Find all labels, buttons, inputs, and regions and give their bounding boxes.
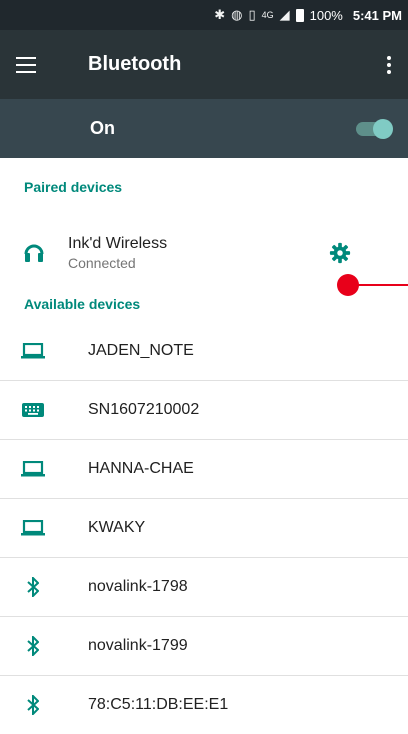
device-name: novalink-1798: [88, 578, 188, 595]
bluetooth-status-icon: ✱: [214, 7, 226, 22]
device-row-novalink-1799[interactable]: novalink-1799: [0, 617, 408, 676]
gear-icon[interactable]: [310, 242, 370, 264]
keyboard-icon: [0, 403, 66, 417]
device-name: HANNA-CHAE: [88, 460, 194, 477]
laptop-icon: [0, 520, 66, 536]
paired-device-name: Ink'd Wireless: [68, 235, 168, 252]
device-name: JADEN_NOTE: [88, 342, 194, 359]
touch-indicator-line: [355, 284, 408, 286]
device-row-novalink-1798[interactable]: novalink-1798: [0, 558, 408, 617]
bluetooth-switch[interactable]: [356, 118, 393, 139]
device-row-kwaky[interactable]: KWAKY: [0, 499, 408, 558]
device-row-78c511dbeee1[interactable]: 78:C5:11:DB:EE:E1: [0, 676, 408, 734]
battery-icon: [295, 8, 304, 22]
laptop-icon: [0, 343, 66, 359]
clock: 5:41 PM: [352, 7, 402, 23]
app-bar: Bluetooth: [0, 30, 408, 99]
signal-icon: ◢: [279, 7, 290, 22]
hamburger-menu-icon[interactable]: [16, 56, 38, 73]
device-name: 78:C5:11:DB:EE:E1: [88, 696, 229, 713]
laptop-icon: [0, 461, 66, 477]
paired-devices-header: Paired devices: [24, 179, 123, 195]
device-row-jaden-note[interactable]: JADEN_NOTE: [0, 322, 408, 381]
bluetooth-icon: [0, 577, 66, 597]
bluetooth-icon: [0, 636, 66, 656]
device-name: KWAKY: [88, 519, 146, 536]
bluetooth-icon: [0, 695, 66, 715]
vibrate-icon: ▯: [248, 7, 256, 22]
more-vert-icon[interactable]: [386, 55, 392, 74]
toggle-label: On: [90, 118, 115, 138]
headset-icon: [0, 242, 68, 264]
battery-percent: 100%: [309, 7, 343, 23]
device-row-hanna-chae[interactable]: HANNA-CHAE: [0, 440, 408, 499]
network-type: 4G: [261, 10, 274, 20]
nfc-icon: ◍: [231, 7, 243, 22]
paired-device-status: Connected: [68, 255, 136, 271]
status-bar: ✱ ◍ ▯ 4G ◢ 100% 5:41 PM: [0, 0, 408, 30]
device-row-sn1607210002[interactable]: SN1607210002: [0, 381, 408, 440]
switch-knob: [373, 118, 393, 139]
bluetooth-toggle-bar[interactable]: On: [0, 99, 408, 158]
page-title: Bluetooth: [88, 53, 182, 75]
device-name: SN1607210002: [88, 401, 200, 418]
device-name: novalink-1799: [88, 637, 188, 654]
